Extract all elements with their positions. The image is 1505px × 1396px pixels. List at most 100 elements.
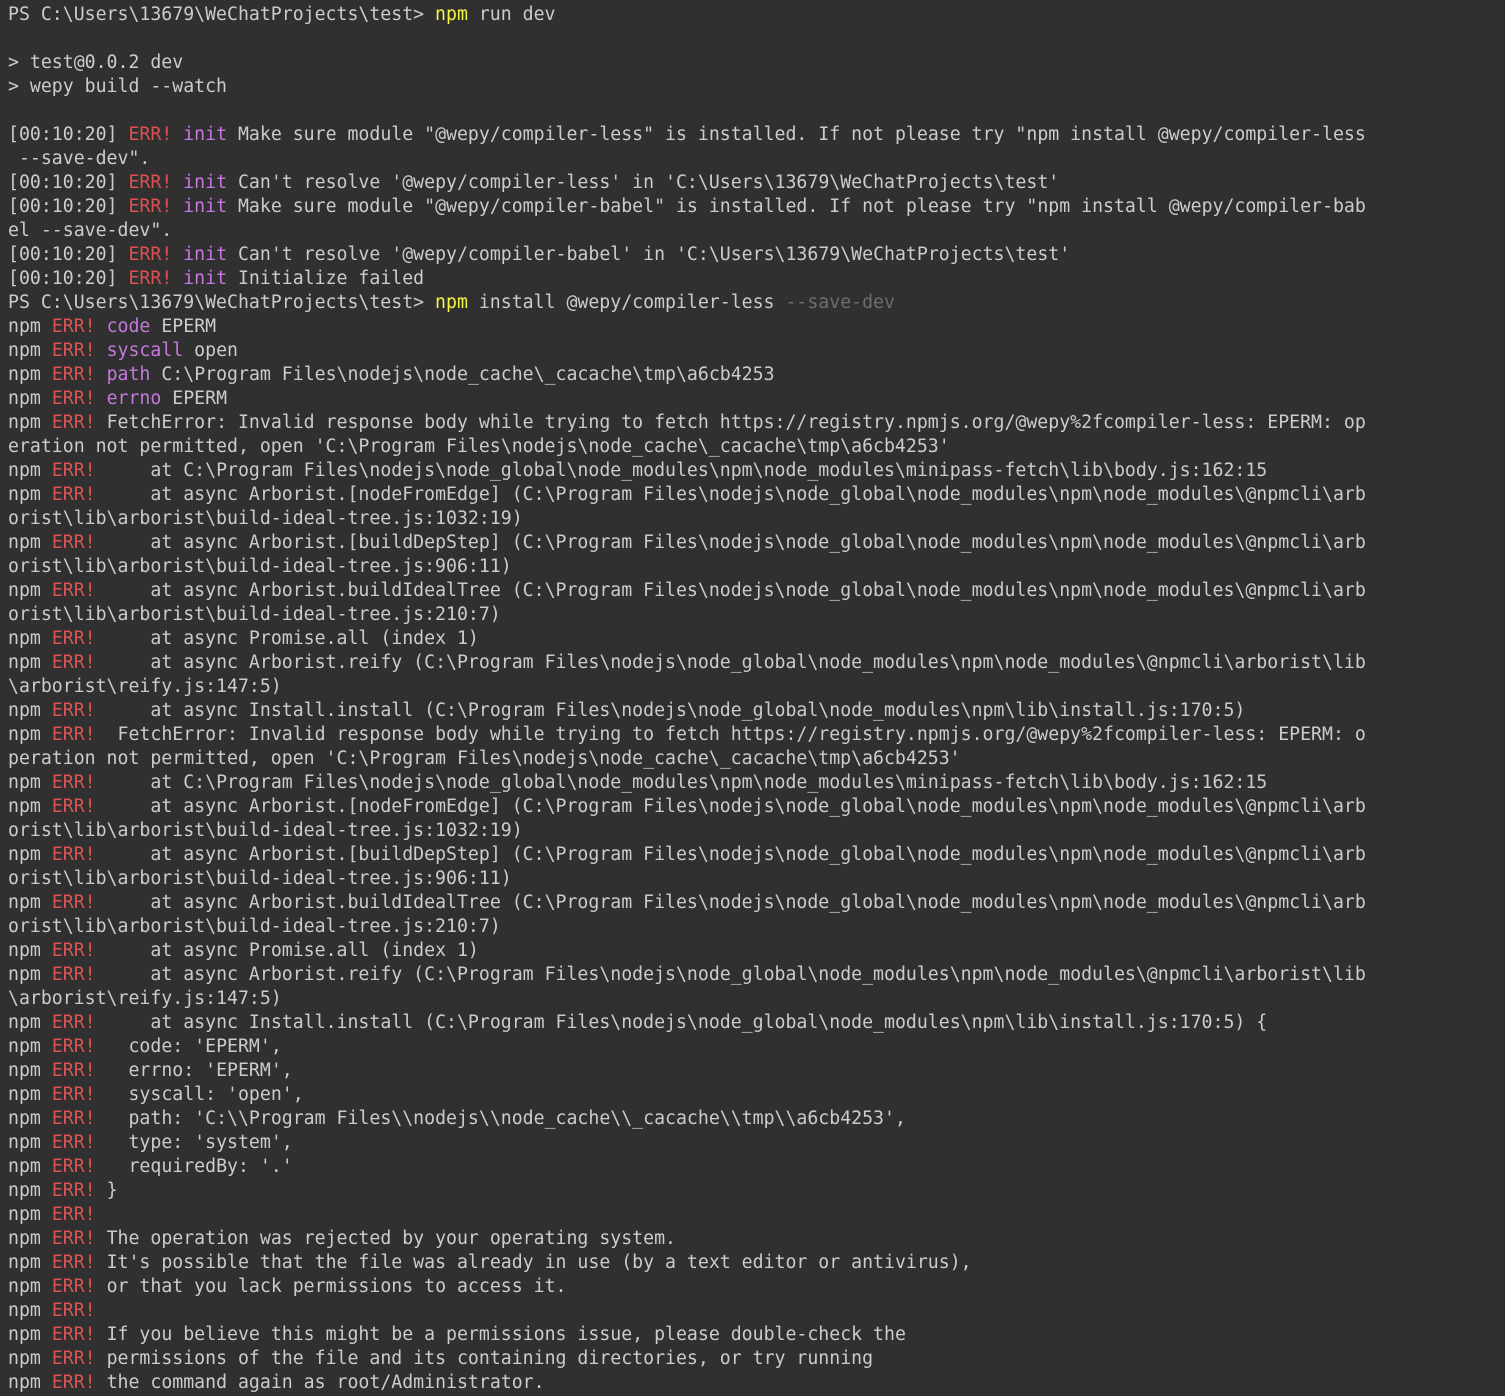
error-tag: ERR! (51, 892, 96, 913)
terminal-line: npm ERR! at async Install.install (C:\Pr… (8, 1011, 1505, 1035)
line-text: at async Arborist.buildIdealTree (C:\Pro… (95, 580, 1366, 601)
error-tag: ERR! (51, 1108, 96, 1129)
error-tag: ERR! (51, 1228, 96, 1249)
error-tag: ERR! (51, 316, 96, 337)
line-text (172, 196, 183, 217)
line-text: at async Promise.all (index 1) (95, 940, 479, 961)
terminal-line: npm ERR! errno EPERM (8, 387, 1505, 411)
line-text: npm (8, 580, 52, 601)
terminal-line: [00:10:20] ERR! init Make sure module "@… (8, 195, 1505, 219)
terminal-line: npm ERR! the command again as root/Admin… (8, 1371, 1505, 1395)
terminal-line: orist\lib\arborist\build-ideal-tree.js:2… (8, 603, 1505, 627)
terminal-line: npm ERR! syscall open (8, 339, 1505, 363)
line-text: orist\lib\arborist\build-ideal-tree.js:9… (8, 868, 512, 889)
line-text: npm (8, 700, 52, 721)
keyword-token: init (183, 244, 228, 265)
line-text: at async Install.install (C:\Program Fil… (95, 1012, 1268, 1033)
line-text (172, 172, 183, 193)
line-text: npm (8, 1036, 52, 1057)
terminal-line: npm ERR! at async Arborist.reify (C:\Pro… (8, 651, 1505, 675)
terminal-line: > wepy build --watch (8, 75, 1505, 99)
line-text: npm (8, 1084, 52, 1105)
line-text: eration not permitted, open 'C:\Program … (8, 436, 950, 457)
terminal-line: npm ERR! at async Install.install (C:\Pr… (8, 699, 1505, 723)
terminal-line: npm ERR! errno: 'EPERM', (8, 1059, 1505, 1083)
line-text: at async Arborist.[nodeFromEdge] (C:\Pro… (95, 484, 1366, 505)
terminal-line: > test@0.0.2 dev (8, 51, 1505, 75)
terminal-line: npm ERR! permissions of the file and its… (8, 1347, 1505, 1371)
line-text: npm (8, 1204, 52, 1225)
error-tag: ERR! (51, 340, 96, 361)
line-text: at async Arborist.reify (C:\Program File… (95, 964, 1366, 985)
line-text: npm (8, 316, 52, 337)
line-text: errno: 'EPERM', (95, 1060, 293, 1081)
line-text: at async Arborist.reify (C:\Program File… (95, 652, 1366, 673)
line-text (96, 340, 107, 361)
error-tag: ERR! (128, 268, 173, 289)
command-token: npm (435, 292, 468, 313)
line-text: npm (8, 772, 52, 793)
line-text: [00:10:20] (8, 268, 129, 289)
terminal-line: eration not permitted, open 'C:\Program … (8, 435, 1505, 459)
line-text: \arborist\reify.js:147:5) (8, 676, 282, 697)
error-tag: ERR! (51, 1180, 96, 1201)
line-text: npm (8, 1180, 52, 1201)
keyword-token: init (183, 172, 228, 193)
terminal-output[interactable]: PS C:\Users\13679\WeChatProjects\test> n… (0, 0, 1505, 1396)
line-text: npm (8, 364, 52, 385)
error-tag: ERR! (51, 772, 96, 793)
error-tag: ERR! (51, 844, 96, 865)
error-tag: ERR! (128, 244, 173, 265)
error-tag: ERR! (51, 796, 96, 817)
line-text: path: 'C:\\Program Files\\nodejs\\node_c… (95, 1108, 906, 1129)
terminal-line: PS C:\Users\13679\WeChatProjects\test> n… (8, 3, 1505, 27)
terminal-line: orist\lib\arborist\build-ideal-tree.js:1… (8, 819, 1505, 843)
terminal-line: [00:10:20] ERR! init Can't resolve '@wep… (8, 171, 1505, 195)
line-text: el --save-dev". (8, 220, 173, 241)
line-text: [00:10:20] (8, 124, 129, 145)
terminal-line: \arborist\reify.js:147:5) (8, 987, 1505, 1011)
line-text: > test@0.0.2 dev (8, 52, 184, 73)
error-tag: ERR! (51, 1300, 96, 1321)
line-text: npm (8, 1156, 52, 1177)
line-text (96, 364, 107, 385)
flag-token: --save-dev (785, 292, 895, 313)
line-text: npm (8, 388, 52, 409)
error-tag: ERR! (51, 1252, 96, 1273)
error-tag: ERR! (51, 1060, 96, 1081)
error-tag: ERR! (128, 196, 173, 217)
terminal-line: npm ERR! The operation was rejected by y… (8, 1227, 1505, 1251)
line-text: npm (8, 652, 52, 673)
terminal-line: orist\lib\arborist\build-ideal-tree.js:2… (8, 915, 1505, 939)
error-tag: ERR! (51, 1372, 96, 1393)
line-text: at async Install.install (C:\Program Fil… (95, 700, 1246, 721)
line-text: Can't resolve '@wepy/compiler-less' in '… (227, 172, 1060, 193)
line-text: npm (8, 844, 52, 865)
line-text: Initialize failed (227, 268, 425, 289)
keyword-token: init (183, 268, 228, 289)
line-text: EPERM (150, 316, 217, 337)
terminal-line: npm ERR! at async Arborist.[nodeFromEdge… (8, 483, 1505, 507)
terminal-line: \arborist\reify.js:147:5) (8, 675, 1505, 699)
line-text: code: 'EPERM', (95, 1036, 282, 1057)
line-text: \arborist\reify.js:147:5) (8, 988, 282, 1009)
line-text: peration not permitted, open 'C:\Program… (8, 748, 961, 769)
terminal-line: orist\lib\arborist\build-ideal-tree.js:1… (8, 507, 1505, 531)
line-text: npm (8, 484, 52, 505)
error-tag: ERR! (51, 460, 96, 481)
line-text: npm (8, 1276, 52, 1297)
line-text (172, 124, 183, 145)
line-text: PS C:\Users\13679\WeChatProjects\test> (8, 292, 436, 313)
terminal-line: [00:10:20] ERR! init Make sure module "@… (8, 123, 1505, 147)
terminal-line: npm ERR! path: 'C:\\Program Files\\nodej… (8, 1107, 1505, 1131)
line-text: orist\lib\arborist\build-ideal-tree.js:9… (8, 556, 512, 577)
error-tag: ERR! (51, 1012, 96, 1033)
line-text: npm (8, 628, 52, 649)
line-text: npm (8, 1300, 52, 1321)
line-text: npm (8, 1060, 52, 1081)
line-text: npm (8, 532, 52, 553)
line-text: } (95, 1180, 118, 1201)
error-tag: ERR! (51, 1204, 96, 1225)
